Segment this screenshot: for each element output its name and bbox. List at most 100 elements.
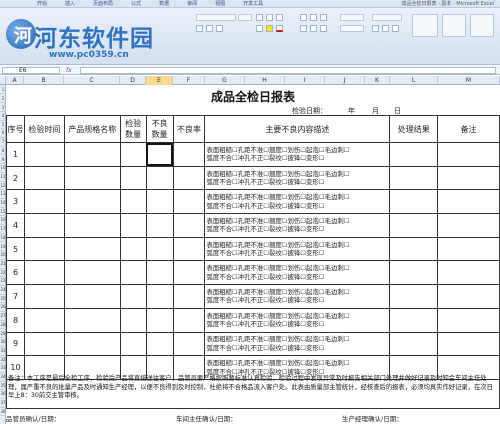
defect-desc-cell[interactable]: 表面粗糙☐孔距不准☐翘度☐划伤☐起泡☐毛边刺☐ 弧度不合☐冲孔不正☐裂纹☐披锋☐变… — [204, 260, 391, 286]
defect-rate-cell[interactable] — [172, 142, 206, 167]
spec-cell[interactable] — [63, 189, 121, 215]
sum-icon[interactable] — [196, 25, 203, 32]
defect-qty-cell[interactable] — [145, 260, 174, 286]
defect-desc-cell[interactable]: 表面粗糙☐孔距不准☐翘度☐划伤☐起泡☐毛边刺☐ 弧度不合☐冲孔不正☐裂纹☐披锋☐变… — [204, 189, 391, 215]
row-seq-cell[interactable]: 2 — [6, 165, 25, 191]
defect-qty-cell[interactable] — [145, 284, 174, 309]
spec-cell[interactable] — [63, 284, 121, 309]
defect-desc-cell[interactable]: 表面粗糙☐孔距不准☐翘度☐划伤☐起泡☐毛边刺☐ 弧度不合☐冲孔不正☐裂纹☐披锋☐变… — [204, 284, 391, 309]
font-size-box[interactable] — [238, 14, 252, 21]
defect-qty-cell[interactable] — [145, 213, 174, 238]
column-header-l[interactable]: L — [390, 76, 438, 85]
tab-data[interactable]: 数据 — [150, 0, 178, 8]
remark-cell[interactable] — [437, 331, 500, 357]
number-format-box[interactable] — [372, 14, 402, 21]
format-table-button[interactable] — [442, 14, 466, 37]
tab-developer[interactable]: 开发工具 — [234, 0, 272, 8]
inspect-qty-cell[interactable] — [119, 213, 147, 238]
name-box[interactable]: E6 — [2, 67, 60, 74]
find-icon[interactable] — [216, 25, 223, 32]
align-top-button[interactable] — [300, 14, 307, 21]
inspect-qty-cell[interactable] — [119, 142, 147, 167]
defect-qty-cell[interactable] — [145, 331, 174, 357]
tab-review[interactable]: 审阅 — [178, 0, 206, 8]
result-cell[interactable] — [389, 142, 439, 167]
result-cell[interactable] — [389, 236, 439, 262]
defect-desc-cell[interactable]: 表面粗糙☐孔距不准☐翘度☐划伤☐起泡☐毛边刺☐ 弧度不合☐冲孔不正☐裂纹☐披锋☐变… — [204, 331, 391, 357]
defect-desc-cell[interactable]: 表面粗糙☐孔距不准☐翘度☐划伤☐起泡☐毛边刺☐ 弧度不合☐冲孔不正☐裂纹☐披锋☐变… — [204, 213, 391, 238]
time-cell[interactable] — [23, 284, 65, 309]
row-seq-cell[interactable]: 5 — [6, 236, 25, 262]
row-seq-cell[interactable]: 7 — [6, 284, 25, 309]
column-header-a[interactable]: A — [6, 76, 24, 85]
percent-button[interactable] — [382, 25, 389, 32]
font-name-box[interactable] — [196, 14, 236, 21]
defect-rate-cell[interactable] — [172, 284, 206, 309]
remark-cell[interactable] — [437, 142, 500, 167]
row-seq-cell[interactable]: 1 — [6, 142, 25, 167]
row-seq-cell[interactable]: 6 — [6, 260, 25, 286]
align-left-button[interactable] — [300, 25, 307, 32]
column-header-g[interactable]: G — [205, 76, 245, 85]
column-header-c[interactable]: C — [64, 76, 120, 85]
spec-cell[interactable] — [63, 307, 121, 333]
result-cell[interactable] — [389, 165, 439, 191]
time-cell[interactable] — [23, 213, 65, 238]
remark-cell[interactable] — [437, 213, 500, 238]
column-header-i[interactable]: I — [285, 76, 325, 85]
defect-qty-cell[interactable] — [145, 189, 174, 215]
inspect-qty-cell[interactable] — [119, 236, 147, 262]
time-cell[interactable] — [23, 236, 65, 262]
defect-qty-cell[interactable] — [145, 142, 174, 167]
row-seq-cell[interactable]: 3 — [6, 189, 25, 215]
spec-cell[interactable] — [63, 260, 121, 286]
align-middle-button[interactable] — [310, 14, 317, 21]
spec-cell[interactable] — [63, 165, 121, 191]
defect-rate-cell[interactable] — [172, 213, 206, 238]
fx-icon[interactable]: fx — [66, 66, 72, 75]
result-cell[interactable] — [389, 189, 439, 215]
time-cell[interactable] — [23, 189, 65, 215]
cell-styles-button[interactable] — [470, 14, 494, 37]
merge-center-button[interactable] — [340, 25, 364, 32]
result-cell[interactable] — [389, 331, 439, 357]
tab-page-layout[interactable]: 页面布局 — [84, 0, 122, 8]
conditional-format-button[interactable] — [412, 14, 438, 37]
inspect-qty-cell[interactable] — [119, 260, 147, 286]
time-cell[interactable] — [23, 307, 65, 333]
row-seq-cell[interactable]: 8 — [6, 307, 25, 333]
time-cell[interactable] — [23, 165, 65, 191]
column-header-h[interactable]: H — [245, 76, 285, 85]
time-cell[interactable] — [23, 142, 65, 167]
defect-desc-cell[interactable]: 表面粗糙☐孔距不准☐翘度☐划伤☐起泡☐毛边刺☐ 弧度不合☐冲孔不正☐裂纹☐披锋☐变… — [204, 165, 391, 191]
row-seq-cell[interactable]: 4 — [6, 213, 25, 238]
column-header-k[interactable]: K — [365, 76, 390, 85]
defect-desc-cell[interactable]: 表面粗糙☐孔距不准☐翘度☐划伤☐起泡☐毛边刺☐ 弧度不合☐冲孔不正☐裂纹☐披锋☐变… — [204, 236, 391, 262]
time-cell[interactable] — [23, 260, 65, 286]
defect-qty-cell[interactable] — [145, 236, 174, 262]
formula-input[interactable] — [80, 67, 496, 74]
bold-button[interactable] — [256, 14, 263, 21]
tab-formulas[interactable]: 公式 — [122, 0, 150, 8]
defect-qty-cell[interactable] — [145, 307, 174, 333]
align-center-button[interactable] — [310, 25, 317, 32]
remark-cell[interactable] — [437, 236, 500, 262]
italic-button[interactable] — [266, 14, 273, 21]
align-right-button[interactable] — [320, 25, 327, 32]
tab-view[interactable]: 视图 — [206, 0, 234, 8]
wrap-text-button[interactable] — [340, 14, 364, 21]
inspect-qty-cell[interactable] — [119, 331, 147, 357]
result-cell[interactable] — [389, 307, 439, 333]
fill-color-button[interactable] — [266, 25, 273, 32]
inspect-qty-cell[interactable] — [119, 307, 147, 333]
defect-rate-cell[interactable] — [172, 236, 206, 262]
column-header-j[interactable]: J — [325, 76, 365, 85]
row-seq-cell[interactable]: 9 — [6, 331, 25, 357]
remark-cell[interactable] — [437, 307, 500, 333]
spec-cell[interactable] — [63, 213, 121, 238]
column-header-d[interactable]: D — [120, 76, 146, 85]
defect-rate-cell[interactable] — [172, 260, 206, 286]
column-header-e[interactable]: E — [146, 76, 173, 85]
spec-cell[interactable] — [63, 331, 121, 357]
column-header-f[interactable]: F — [173, 76, 205, 85]
